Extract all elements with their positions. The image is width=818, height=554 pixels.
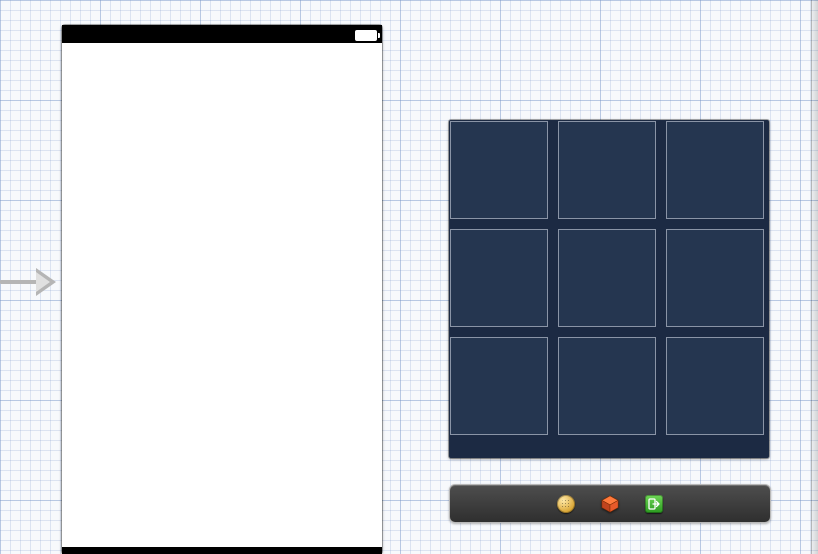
first-responder-button[interactable] <box>556 494 576 514</box>
collection-view-scene[interactable] <box>449 120 769 458</box>
storyboard-canvas[interactable] <box>0 0 818 554</box>
exit-button[interactable] <box>644 494 664 514</box>
exit-icon <box>645 495 663 513</box>
segue-arrow[interactable] <box>0 268 58 296</box>
scene-dock <box>449 484 771 523</box>
collection-cell[interactable] <box>666 121 764 219</box>
collection-cell[interactable] <box>558 121 656 219</box>
collection-cell[interactable] <box>450 229 548 327</box>
collection-cell[interactable] <box>450 121 548 219</box>
view-controller-content[interactable] <box>62 43 382 547</box>
collection-row <box>450 229 768 327</box>
battery-icon <box>355 30 377 41</box>
grid-circle-icon <box>557 495 575 513</box>
collection-cell[interactable] <box>666 337 764 435</box>
panel-right-edge[interactable] <box>811 0 818 554</box>
collection-cell[interactable] <box>558 337 656 435</box>
collection-row <box>450 121 768 219</box>
collection-cell[interactable] <box>666 229 764 327</box>
object-button[interactable] <box>600 494 620 514</box>
collection-cell[interactable] <box>558 229 656 327</box>
device-bottom-bar <box>62 547 382 554</box>
status-bar <box>62 25 382 43</box>
view-controller-scene[interactable] <box>62 25 382 554</box>
cube-icon <box>601 495 619 513</box>
collection-row <box>450 337 768 435</box>
collection-cell[interactable] <box>450 337 548 435</box>
segue-shaft <box>0 280 40 284</box>
